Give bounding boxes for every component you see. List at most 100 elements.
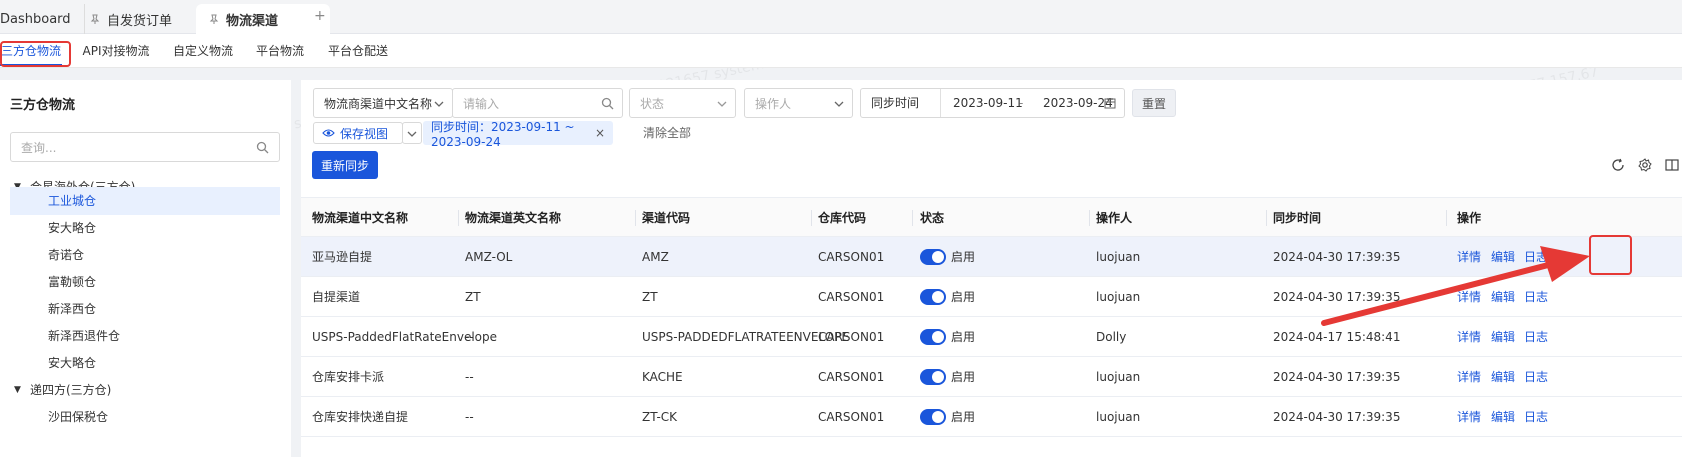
tree-item-ontario[interactable]: 安大略仓 [10,214,280,242]
tree-item-ontario-2[interactable]: 安大略仓 [10,349,280,377]
top-tab-label: 自发货订单 [107,13,173,29]
tree-item-new-jersey-returns[interactable]: 新泽西退件仓 [10,322,280,350]
save-view-button[interactable]: 保存视图 [313,122,403,144]
tab-third-party-warehouse[interactable]: 三方仓物流 [0,34,62,68]
chevron-down-icon [717,101,727,107]
tree-item-new-jersey[interactable]: 新泽西仓 [10,295,280,323]
tree-item-chino[interactable]: 奇诺仓 [10,241,280,269]
column-header-actions: 操作 [1457,211,1482,225]
settings-gear-icon[interactable] [1638,158,1652,172]
column-divider [1089,210,1090,226]
table-row[interactable]: 亚马逊自提 AMZ-OL AMZ CARSON01 启用 luojuan 202… [301,237,1682,277]
cell-channel-code: AMZ [642,250,669,264]
top-tab-dashboard[interactable]: Dashboard [0,4,71,34]
column-layout-icon[interactable] [1665,158,1679,172]
table-row[interactable]: 仓库安排快递自提 -- ZT-CK CARSON01 启用 luojuan 20… [301,397,1682,437]
detail-link[interactable]: 详情 [1457,357,1481,397]
detail-link[interactable]: 详情 [1457,317,1481,357]
top-tab-strip: Dashboard 自发货订单 物流渠道 + [0,0,1682,34]
log-link[interactable]: 日志 [1524,317,1548,357]
log-link[interactable]: 日志 [1524,277,1548,317]
search-input[interactable]: 请输入 [452,88,623,118]
table-row[interactable]: 仓库安排卡派 -- KACHE CARSON01 启用 luojuan 2024… [301,357,1682,397]
pin-icon [209,14,219,24]
status-select[interactable]: 状态 [629,88,736,118]
resync-button[interactable]: 重新同步 [312,151,378,179]
cell-warehouse-code: CARSON01 [818,250,885,264]
reset-button[interactable]: 重置 [1132,89,1176,117]
status-label: 启用 [951,370,976,384]
cell-en-name: -- [465,370,474,384]
tab-platform-logistics[interactable]: 平台物流 [255,34,305,68]
cell-cn-name: 仓库安排卡派 [312,370,385,384]
filter-chip-sync-time: 同步时间：2023-09-11 ~ 2023-09-24 × [423,120,613,149]
top-tab-logistics-channel[interactable]: 物流渠道 [196,4,330,34]
detail-link[interactable]: 详情 [1457,277,1481,317]
add-tab-button[interactable]: + [314,8,326,24]
tree-item-industry-city[interactable]: 工业城仓 [10,187,280,215]
pin-icon [90,14,100,24]
status-toggle[interactable] [920,369,946,385]
log-link[interactable]: 日志 [1524,397,1548,437]
edit-link[interactable]: 编辑 [1491,237,1515,277]
table-header: 物流渠道中文名称 物流渠道英文名称 渠道代码 仓库代码 状态 操作人 同步时间 … [301,197,1682,237]
edit-link[interactable]: 编辑 [1491,277,1515,317]
caret-down-icon: ▼ [14,385,21,395]
sync-time-label: 同步时间 [861,89,941,117]
date-end[interactable]: 2023-09-24 [1043,96,1113,110]
column-divider [811,210,812,226]
cell-warehouse-code: CARSON01 [818,370,885,384]
cell-warehouse-code: CARSON01 [818,330,885,344]
edit-link[interactable]: 编辑 [1491,317,1515,357]
status-toggle[interactable] [920,289,946,305]
chip-close-icon[interactable]: × [595,126,605,140]
table-row[interactable]: USPS-PaddedFlatRateEnvelope -- USPS-PADD… [301,317,1682,357]
search-icon [601,97,614,110]
date-start[interactable]: 2023-09-11 [953,96,1023,110]
detail-link[interactable]: 详情 [1457,397,1481,437]
column-header-operator: 操作人 [1096,211,1133,225]
top-tab-label: Dashboard [0,11,71,27]
tree-search-placeholder: 查询... [21,140,57,155]
column-divider [458,210,459,226]
cell-sync-time: 2024-04-30 17:39:35 [1273,290,1401,304]
refresh-icon[interactable] [1611,158,1625,172]
tree-item-shatian-bonded[interactable]: 沙田保税仓 [10,403,280,431]
field-select[interactable]: 物流商渠道中文名称 [313,88,453,118]
clear-all-button[interactable]: 清除全部 [643,122,691,144]
cell-sync-time: 2024-04-30 17:39:35 [1273,370,1401,384]
tab-custom-logistics[interactable]: 自定义物流 [173,34,233,68]
sub-tab-bar: 三方仓物流 API对接物流 自定义物流 平台物流 平台仓配送 [0,34,1682,68]
sync-time-range-picker[interactable]: 同步时间 2023-09-11 - 2023-09-24 [860,88,1125,118]
edit-link[interactable]: 编辑 [1491,357,1515,397]
table-row[interactable]: 自提渠道 ZT ZT CARSON01 启用 luojuan 2024-04-3… [301,277,1682,317]
tab-platform-warehouse-delivery[interactable]: 平台仓配送 [328,34,388,68]
status-toggle[interactable] [920,409,946,425]
cell-channel-code: KACHE [642,370,683,384]
tree-search-input[interactable]: 查询... [10,132,280,162]
cell-cn-name: 亚马逊自提 [312,250,373,264]
log-link[interactable]: 日志 [1524,357,1548,397]
save-view-dropdown[interactable] [402,122,422,144]
column-divider [1266,210,1267,226]
tree-group-4px[interactable]: ▼ 递四方(三方仓) [10,376,280,404]
status-toggle[interactable] [920,329,946,345]
cell-operator: luojuan [1096,370,1141,384]
chevron-down-icon [434,101,444,107]
top-tab-self-ship-orders[interactable]: 自发货订单 [84,4,194,34]
operator-select[interactable]: 操作人 [744,88,853,118]
cell-cn-name: 自提渠道 [312,290,361,304]
detail-link[interactable]: 详情 [1457,237,1481,277]
column-header-sync-time: 同步时间 [1273,211,1322,225]
tree-item-label: 新泽西退件仓 [48,329,121,343]
operator-placeholder: 操作人 [755,96,792,111]
log-link[interactable]: 日志 [1524,237,1548,277]
active-tab-underline [0,64,62,66]
edit-link[interactable]: 编辑 [1491,397,1515,437]
cell-operator: luojuan [1096,250,1141,264]
status-toggle[interactable] [920,249,946,265]
tree-item-fullerton[interactable]: 富勒顿仓 [10,268,280,296]
column-header-en-name: 物流渠道英文名称 [465,211,562,225]
tab-api-logistics[interactable]: API对接物流 [80,34,152,68]
column-header-cn-name: 物流渠道中文名称 [312,211,409,225]
